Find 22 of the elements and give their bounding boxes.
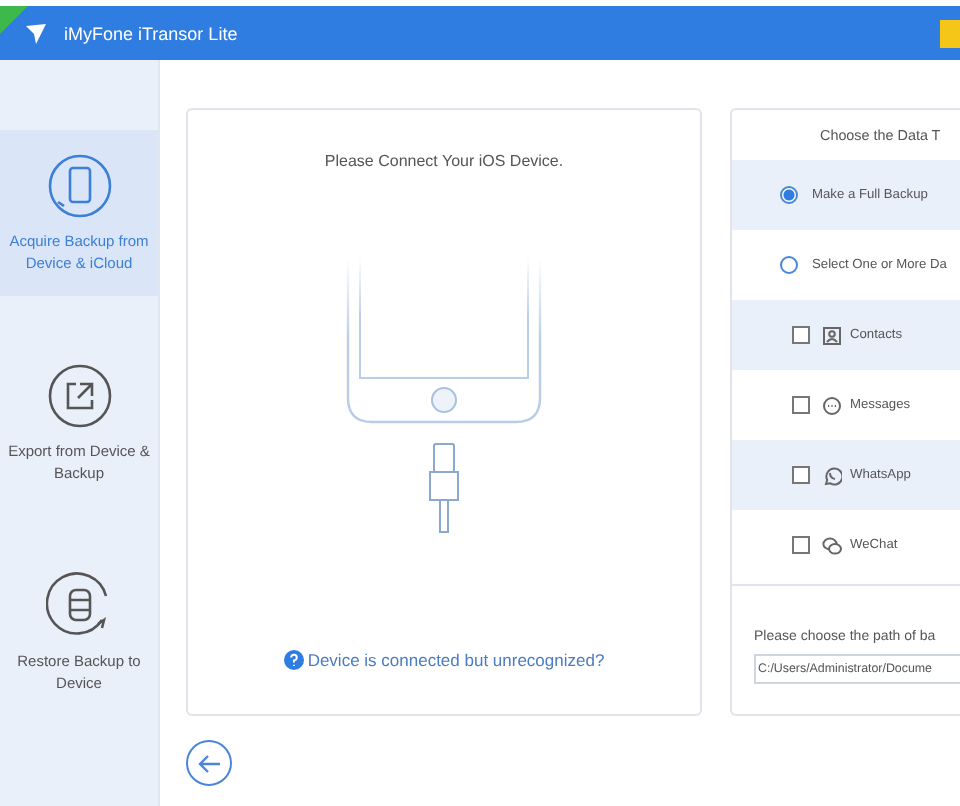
phone-sync-icon	[45, 152, 113, 221]
checkbox[interactable]	[792, 466, 810, 484]
panel-instruction: Please Connect Your iOS Device.	[324, 152, 564, 170]
radio-button[interactable]	[780, 256, 798, 274]
checkbox[interactable]	[792, 396, 810, 414]
phone-bubble-icon	[822, 465, 842, 485]
help-icon	[283, 650, 304, 670]
window-title: iMyFone iTransor Lite	[64, 23, 238, 43]
database-sync-icon	[45, 572, 113, 641]
contact-card-icon	[822, 325, 842, 345]
chat-bubble-icon	[822, 395, 842, 415]
back-arrow-icon	[197, 753, 221, 773]
export-icon	[45, 362, 113, 431]
back-button[interactable]	[186, 740, 232, 786]
chat-bubbles-icon	[822, 535, 842, 555]
help-link[interactable]: Device is connected but unrecognized?	[283, 650, 605, 670]
header-button[interactable]	[940, 19, 960, 47]
checkbox[interactable]	[792, 326, 810, 344]
checkbox[interactable]	[792, 536, 810, 554]
corner-ribbon-icon	[0, 6, 28, 34]
logo-icon	[24, 21, 48, 45]
radio-button[interactable]	[780, 186, 798, 204]
